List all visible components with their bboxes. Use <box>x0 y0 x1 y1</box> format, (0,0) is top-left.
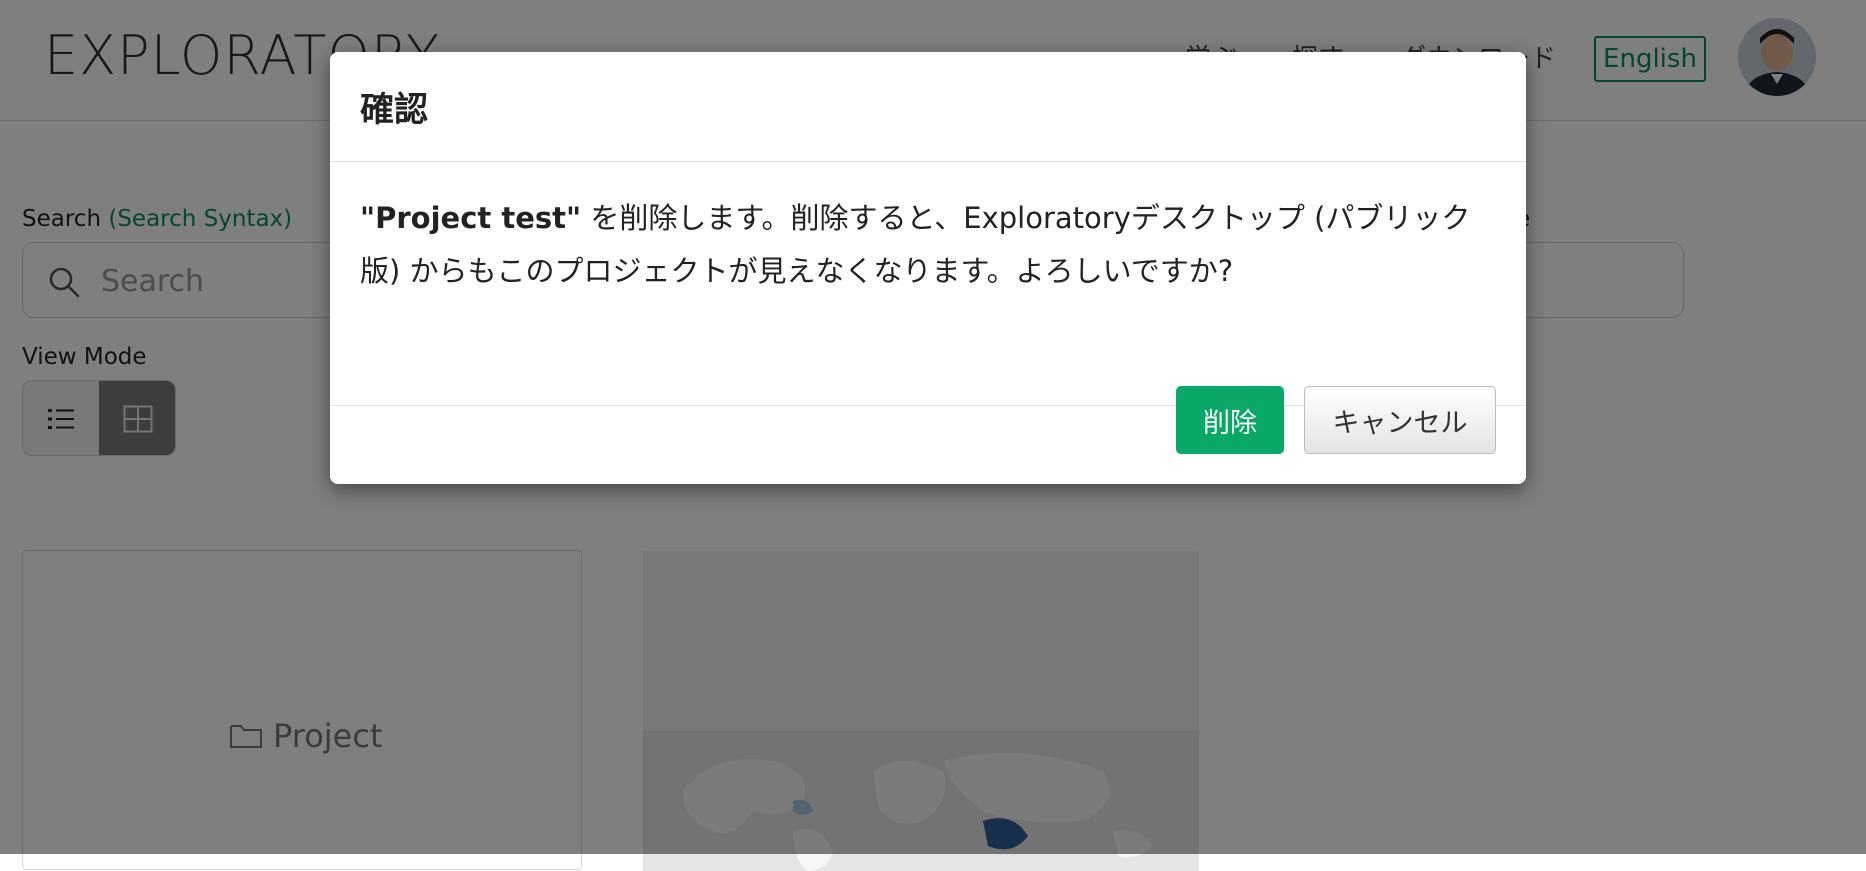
dialog-body: "Project test" を削除します。削除すると、Exploratoryデ… <box>330 162 1526 406</box>
confirm-dialog: 確認 "Project test" を削除します。削除すると、Explorato… <box>330 52 1526 484</box>
dialog-title: 確認 <box>360 90 428 130</box>
dialog-message: "Project test" を削除します。削除すると、Exploratoryデ… <box>360 192 1500 298</box>
delete-button[interactable]: 削除 <box>1176 386 1284 454</box>
dialog-header: 確認 <box>330 52 1526 162</box>
project-name: "Project test" <box>360 201 582 235</box>
cancel-button[interactable]: キャンセル <box>1304 386 1496 454</box>
